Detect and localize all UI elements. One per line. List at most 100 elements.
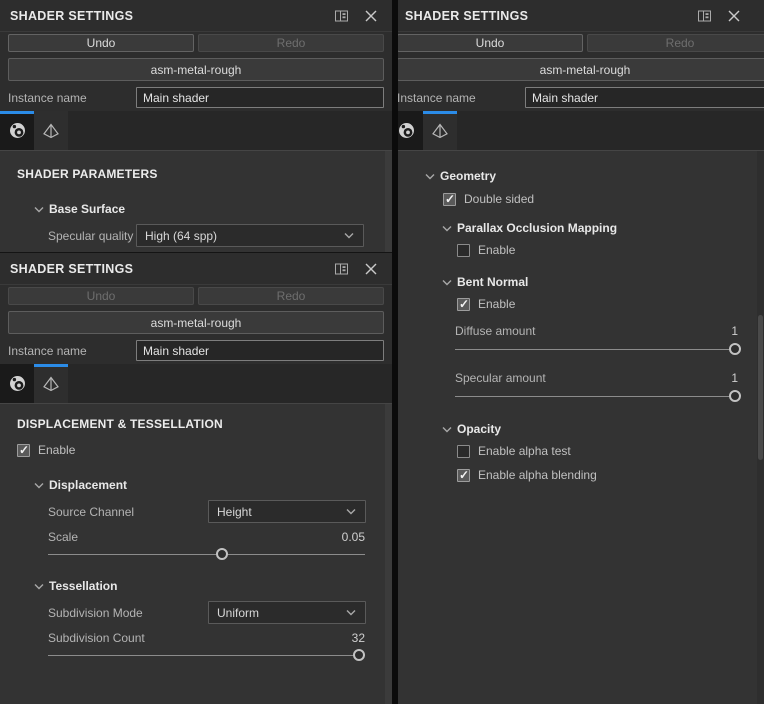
scale-row: Scale 0.05 <box>48 530 365 544</box>
panel-divider <box>392 0 398 704</box>
undo-redo-row: Undo Redo <box>8 34 384 52</box>
source-channel-row: Source Channel Height <box>48 500 366 523</box>
undo-redo-row: Undo Redo <box>8 287 384 305</box>
group-tessellation[interactable]: Tessellation <box>34 579 392 593</box>
specular-quality-row: Specular quality High (64 spp) <box>48 224 364 247</box>
scale-value: 0.05 <box>342 530 365 544</box>
alpha-blending-row: Enable alpha blending <box>457 468 764 482</box>
panel-titlebar: SHADER SETTINGS <box>389 0 764 32</box>
double-sided-checkbox[interactable] <box>443 193 456 206</box>
scrollbar[interactable] <box>757 151 764 704</box>
shader-settings-workspace: SHADER SETTINGS Undo Redo asm-metal-roug… <box>0 0 764 704</box>
close-icon[interactable] <box>723 7 745 25</box>
alpha-test-row: Enable alpha test <box>457 444 764 458</box>
slider-knob[interactable] <box>729 343 741 355</box>
instance-name-input[interactable] <box>525 87 764 108</box>
panel-displacement-tessellation: SHADER SETTINGS Undo Redo asm-metal-roug… <box>0 252 392 704</box>
tab-geometry-settings[interactable] <box>423 111 457 150</box>
specular-amount-slider[interactable] <box>455 389 738 403</box>
close-icon[interactable] <box>360 260 382 278</box>
slider-knob[interactable] <box>353 649 365 661</box>
shader-select-button[interactable]: asm-metal-rough <box>8 311 384 334</box>
undo-button[interactable]: Undo <box>8 287 194 305</box>
group-geometry[interactable]: Geometry <box>425 169 764 183</box>
subdivision-mode-dropdown[interactable]: Uniform <box>208 601 366 624</box>
parallax-enable-row: Enable <box>457 243 764 257</box>
diffuse-amount-row: Diffuse amount 1 <box>455 324 738 338</box>
panel-content: Geometry Double sided Parallax Occlusion… <box>389 150 764 704</box>
chevron-down-icon <box>34 482 44 489</box>
specular-amount-row: Specular amount 1 <box>455 371 738 385</box>
dock-layout-icon[interactable] <box>330 260 352 278</box>
alpha-test-checkbox[interactable] <box>457 445 470 458</box>
specular-amount-label: Specular amount <box>455 371 546 385</box>
redo-button[interactable]: Redo <box>587 34 764 52</box>
tab-shader-parameters[interactable] <box>0 364 34 403</box>
group-opacity[interactable]: Opacity <box>442 422 764 436</box>
diffuse-amount-slider[interactable] <box>455 342 738 356</box>
source-channel-label: Source Channel <box>48 505 208 519</box>
group-base-surface[interactable]: Base Surface <box>34 202 392 216</box>
panel-content: DISPLACEMENT & TESSELLATION Enable Displ… <box>0 403 392 704</box>
group-bent-normal[interactable]: Bent Normal <box>442 275 764 289</box>
specular-quality-dropdown[interactable]: High (64 spp) <box>136 224 364 247</box>
dock-layout-icon[interactable] <box>693 7 715 25</box>
tab-geometry-settings[interactable] <box>34 364 68 403</box>
instance-name-row: Instance name <box>397 87 764 108</box>
pyramid-icon <box>431 123 449 142</box>
panel-content: SHADER PARAMETERS Base Surface Specular … <box>0 150 392 252</box>
redo-button[interactable]: Redo <box>198 287 384 305</box>
pyramid-icon <box>42 123 60 142</box>
undo-button[interactable]: Undo <box>8 34 194 52</box>
chevron-down-icon <box>346 505 357 519</box>
panel-titlebar: SHADER SETTINGS <box>0 253 392 285</box>
instance-name-label: Instance name <box>8 91 136 105</box>
scale-slider[interactable] <box>48 547 365 561</box>
slider-knob[interactable] <box>729 390 741 402</box>
chevron-down-icon <box>344 229 355 243</box>
shader-select-button[interactable]: asm-metal-rough <box>8 58 384 81</box>
undo-redo-row: Undo Redo <box>397 34 764 52</box>
double-sided-row: Double sided <box>443 192 764 206</box>
alpha-blending-checkbox[interactable] <box>457 469 470 482</box>
close-icon[interactable] <box>360 7 382 25</box>
subdivision-mode-label: Subdivision Mode <box>48 606 208 620</box>
dock-layout-icon[interactable] <box>330 7 352 25</box>
panel-geometry-settings: SHADER SETTINGS Undo Redo asm-metal-roug… <box>389 0 764 704</box>
chevron-down-icon <box>425 173 435 180</box>
source-channel-dropdown[interactable]: Height <box>208 500 366 523</box>
tab-bar <box>389 111 764 150</box>
chevron-down-icon <box>34 583 44 590</box>
chevron-down-icon <box>442 225 452 232</box>
redo-button[interactable]: Redo <box>198 34 384 52</box>
chevron-down-icon <box>442 426 452 433</box>
diffuse-amount-value: 1 <box>731 324 738 338</box>
instance-name-input[interactable] <box>136 87 384 108</box>
slider-knob[interactable] <box>216 548 228 560</box>
group-parallax-occlusion-mapping[interactable]: Parallax Occlusion Mapping <box>442 221 764 235</box>
section-header: DISPLACEMENT & TESSELLATION <box>17 417 392 431</box>
chevron-down-icon <box>34 206 44 213</box>
scrollbar[interactable] <box>385 151 392 252</box>
parallax-enable-checkbox[interactable] <box>457 244 470 257</box>
shader-select-button[interactable]: asm-metal-rough <box>397 58 764 81</box>
enable-checkbox[interactable] <box>17 444 30 457</box>
instance-name-label: Instance name <box>397 91 525 105</box>
group-displacement[interactable]: Displacement <box>34 478 392 492</box>
bent-normal-enable-checkbox[interactable] <box>457 298 470 311</box>
instance-name-row: Instance name <box>8 340 384 361</box>
undo-button[interactable]: Undo <box>397 34 583 52</box>
tab-shader-parameters[interactable] <box>0 111 34 150</box>
tab-bar <box>0 364 392 403</box>
tab-geometry-settings[interactable] <box>34 111 68 150</box>
instance-name-row: Instance name <box>8 87 384 108</box>
panel-shader-parameters: SHADER SETTINGS Undo Redo asm-metal-roug… <box>0 0 392 252</box>
diffuse-amount-label: Diffuse amount <box>455 324 536 338</box>
subdivision-count-slider[interactable] <box>48 648 365 662</box>
instance-name-input[interactable] <box>136 340 384 361</box>
specular-quality-label: Specular quality <box>48 229 136 243</box>
panel-title: SHADER SETTINGS <box>10 262 330 276</box>
scrollbar[interactable] <box>385 404 392 704</box>
panel-title: SHADER SETTINGS <box>10 9 330 23</box>
scrollbar-thumb[interactable] <box>758 315 763 460</box>
